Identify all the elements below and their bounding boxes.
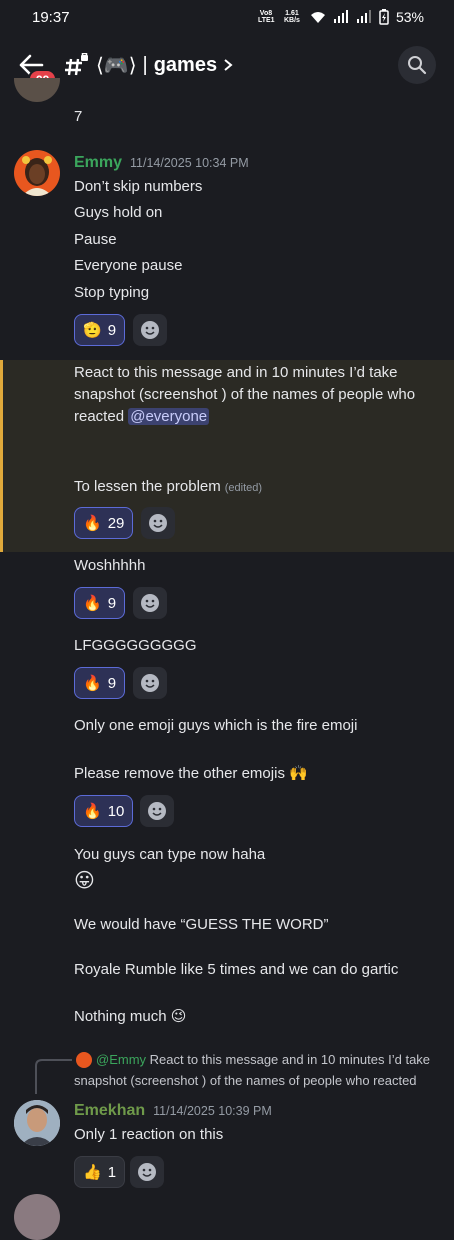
everyone-mention[interactable]: @everyone: [128, 408, 210, 425]
emekhan-avatar-image: [14, 1100, 60, 1146]
saluting-face-icon: 🫡: [83, 322, 102, 339]
smiley-icon: [149, 514, 167, 532]
emekhan-timestamp: 11/14/2025 10:39 PM: [153, 1104, 272, 1118]
emmy-username-row: Emmy 11/14/2025 10:34 PM: [74, 154, 249, 172]
reaction-count: 9: [107, 594, 117, 612]
signal-icon: [333, 10, 348, 23]
smiley-icon: [141, 321, 159, 339]
highlight-message-text: React to this message and in 10 minutes …: [74, 362, 444, 428]
highlight-text: React to this message and in 10 minutes …: [74, 364, 416, 425]
wifi-icon: [310, 12, 325, 23]
message-line: We would have “GUESS THE WORD”: [74, 916, 329, 933]
message-line: Pause: [74, 231, 117, 248]
reaction-fire[interactable]: 🔥 29: [74, 507, 134, 539]
message-line: Nothing much 😉: [74, 1008, 187, 1025]
message-line: Royale Rumble like 5 times and we can do…: [74, 961, 399, 978]
reaction-count: 9: [107, 674, 117, 692]
message-line: You guys can type now haha: [74, 846, 266, 863]
channel-name: games: [153, 53, 218, 76]
battery-percent: 53%: [395, 9, 424, 25]
network-label: Vo8 LTE1: [257, 10, 275, 24]
add-reaction-button[interactable]: [141, 507, 175, 539]
fire-icon: 🔥: [83, 803, 102, 820]
reply-text: React to this message and in 10 minutes …: [149, 1052, 431, 1067]
smiley-icon: [138, 1163, 156, 1181]
search-icon: [408, 56, 427, 75]
hashtag-lock-icon: [65, 53, 88, 76]
reply-avatar: [76, 1052, 92, 1068]
channel-header: 99 ⟨🎮⟩ | games: [0, 34, 454, 96]
prev-avatar[interactable]: [14, 78, 60, 102]
woshh-message-text: Woshhhhh: [74, 557, 146, 574]
emmy-avatar[interactable]: [14, 150, 60, 196]
next-avatar: [14, 1194, 60, 1240]
message-line: Guys hold on: [74, 204, 163, 221]
edited-label: (edited): [224, 482, 263, 494]
emmy-timestamp: 11/14/2025 10:34 PM: [130, 156, 249, 170]
chevron-right-icon: [224, 59, 233, 71]
search-button[interactable]: [398, 46, 436, 84]
reaction-fire[interactable]: 🔥 9: [74, 587, 126, 619]
message-line: Please remove the other emojis 🙌: [74, 765, 308, 782]
status-bar: 19:37 Vo8 LTE1 1.61 KB/s 53%: [0, 0, 454, 34]
add-reaction-button[interactable]: [140, 795, 174, 827]
channel-emoji: ⟨🎮⟩: [96, 54, 137, 77]
reaction-thumbs-up[interactable]: 👍 1: [74, 1156, 126, 1188]
message-line: Don’t skip numbers: [74, 178, 203, 195]
emekhan-username[interactable]: Emekhan: [74, 1102, 145, 1119]
emekhan-username-row: Emekhan 11/14/2025 10:39 PM: [74, 1102, 272, 1120]
add-reaction-button[interactable]: [130, 1156, 164, 1188]
reaction-fire[interactable]: 🔥 9: [74, 667, 126, 699]
tongue-emoji: 😛: [74, 870, 95, 892]
message-line: Only one emoji guys which is the fire em…: [74, 717, 358, 734]
smiley-icon: [141, 674, 159, 692]
channel-divider: |: [142, 53, 148, 76]
emekhan-avatar[interactable]: [14, 1100, 60, 1146]
prev-message-text: 7: [74, 108, 83, 125]
add-reaction-button[interactable]: [133, 314, 167, 346]
fire-icon: 🔥: [83, 595, 102, 612]
reply-user: @Emmy: [96, 1052, 147, 1067]
smiley-icon: [148, 802, 166, 820]
clock: 19:37: [32, 8, 70, 26]
message-line: Stop typing: [74, 284, 150, 301]
emmy-avatar-image: [22, 156, 52, 196]
signal-icon-2: [356, 10, 371, 23]
emmy-username[interactable]: Emmy: [74, 154, 122, 171]
channel-title[interactable]: ⟨🎮⟩ | games: [64, 53, 233, 78]
reaction-count: 9: [107, 321, 117, 339]
battery-icon: [379, 9, 389, 25]
data-speed: 1.61 KB/s: [283, 10, 300, 24]
reaction-fire[interactable]: 🔥 10: [74, 795, 134, 827]
reply-preview[interactable]: @Emmy React to this message and in 10 mi…: [96, 1052, 430, 1067]
emekhan-message-text: Only 1 reaction on this: [74, 1126, 224, 1143]
message-line: Everyone pause: [74, 257, 183, 274]
lessen-text: To lessen the problem: [74, 478, 221, 495]
thumbs-up-icon: 👍: [83, 1164, 102, 1181]
reaction-saluting[interactable]: 🫡 9: [74, 314, 126, 346]
add-reaction-button[interactable]: [133, 587, 167, 619]
fire-icon: 🔥: [83, 675, 102, 692]
smiley-icon: [141, 594, 159, 612]
lessen-text-row: To lessen the problem (edited): [74, 478, 262, 495]
lfg-message-text: LFGGGGGGGGG: [74, 637, 197, 654]
reply-spine: [35, 1059, 72, 1094]
reaction-count: 10: [107, 802, 125, 820]
add-reaction-button[interactable]: [133, 667, 167, 699]
reaction-count: 1: [107, 1163, 117, 1181]
reaction-count: 29: [107, 514, 125, 532]
reply-preview-line2: snapshot (screenshot ) of the names of p…: [74, 1073, 417, 1088]
fire-icon: 🔥: [83, 515, 102, 532]
